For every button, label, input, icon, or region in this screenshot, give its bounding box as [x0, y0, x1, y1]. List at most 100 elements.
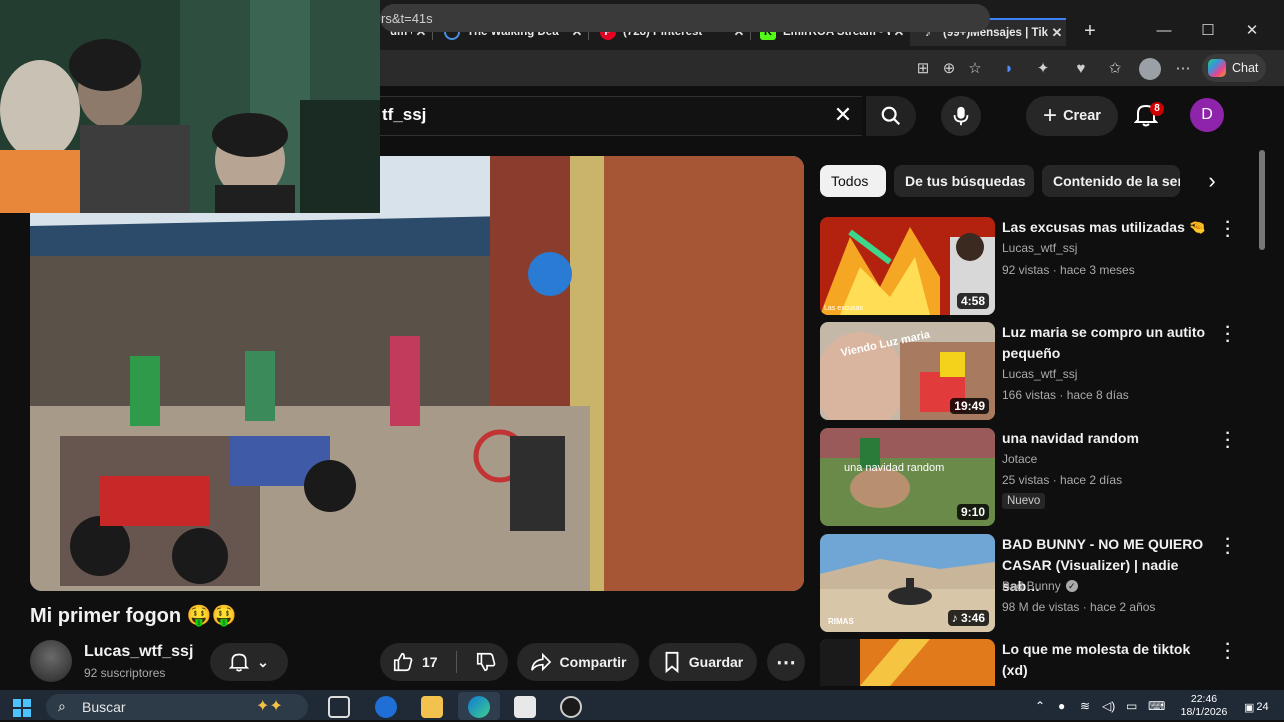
video-thumbnail[interactable]: RIMAS ♪ 3:46 [820, 534, 995, 632]
chat-bubble-icon: ▣ [1244, 701, 1255, 714]
vertical-dots-menu-icon[interactable]: · · · [1222, 320, 1234, 350]
clear-search-icon[interactable]: ✕ [830, 102, 856, 128]
music-note-icon: ♪ [951, 611, 961, 625]
windows-start-icon[interactable] [13, 699, 31, 717]
maximize-button[interactable]: ☐ [1186, 18, 1230, 44]
like-dislike-group: 17 [380, 643, 508, 681]
search-icon [881, 106, 901, 126]
video-thumbnail[interactable]: Viendo Luz maria 19:49 [820, 322, 995, 420]
recommendation-item[interactable]: Viendo Luz maria 19:49 Luz maria se comp… [820, 320, 1240, 420]
voice-search-button[interactable] [941, 96, 981, 136]
microphone-icon[interactable]: ● [1058, 699, 1065, 713]
more-actions-button[interactable]: ⋯ [767, 643, 805, 681]
scrollbar-thumb[interactable] [1259, 150, 1265, 250]
search-button[interactable] [866, 96, 916, 136]
plus-icon: + [1043, 102, 1058, 129]
video-thumbnail[interactable]: una navidad random 9:10 [820, 428, 995, 526]
vertical-dots-menu-icon[interactable]: · · · [1222, 532, 1234, 562]
copilot-icon [1208, 59, 1226, 77]
verified-check-icon: ✓ [1065, 580, 1078, 592]
chip-series-content[interactable]: Contenido de la ser [1042, 165, 1180, 197]
subscription-bell-button[interactable]: ⌄ [210, 643, 288, 681]
task-view-icon[interactable] [328, 696, 350, 718]
vertical-dots-menu-icon[interactable]: · · · [1222, 215, 1234, 245]
chevron-down-icon: ⌄ [257, 653, 269, 670]
favorites-icon[interactable]: ✩ [1104, 58, 1126, 80]
recommendation-channel[interactable]: Bad Bunny ✓ [1002, 579, 1078, 593]
vertical-dots-menu-icon[interactable]: · · · [1222, 426, 1234, 456]
microsoft-store-icon[interactable] [514, 696, 536, 718]
recommendation-item[interactable]: una navidad random 9:10 una navidad rand… [820, 426, 1240, 526]
browser-essentials-icon[interactable]: ♥ [1070, 58, 1092, 80]
zoom-icon[interactable]: ⊕ [938, 58, 960, 80]
profile-avatar[interactable] [1139, 58, 1161, 80]
webcam-overlay [0, 0, 380, 213]
recommendation-item[interactable]: Las excusas 4:58 Las excusas mas utiliza… [820, 215, 1240, 315]
search-icon: ⌕ [58, 698, 66, 714]
copilot-chat-button[interactable]: Chat [1202, 54, 1266, 82]
address-url: rs&t=41s [381, 11, 433, 26]
new-badge: Nuevo [1002, 493, 1046, 509]
share-arrow-icon [530, 652, 551, 672]
chip-from-searches[interactable]: De tus búsquedas [894, 165, 1034, 197]
recommendation-item[interactable]: Lo que me molesta de tiktok (xd) · · · [820, 639, 1240, 686]
new-tab-button[interactable]: + [1078, 18, 1102, 44]
keyboard-icon[interactable]: ⌨ [1148, 699, 1165, 713]
recommendation-channel[interactable]: Lucas_wtf_ssj [1002, 367, 1077, 381]
chevron-up-icon[interactable]: ⌃ [1035, 699, 1045, 713]
dislike-button[interactable] [475, 651, 497, 673]
share-button[interactable]: Compartir [517, 643, 639, 681]
battery-icon[interactable]: ▭ [1126, 699, 1137, 713]
recommendation-meta: 92 vistas · hace 3 meses [1002, 263, 1135, 277]
recommendation-item[interactable]: RIMAS ♪ 3:46 BAD BUNNY - NO ME QUIERO CA… [820, 532, 1240, 632]
channel-avatar[interactable] [30, 640, 72, 682]
volume-icon[interactable]: ◁) [1102, 699, 1115, 713]
system-clock[interactable]: 22:46 18/1/2026 [1176, 693, 1232, 719]
edge-browser-icon[interactable] [468, 696, 490, 718]
minimize-button[interactable]: — [1142, 18, 1186, 44]
video-thumbnail[interactable] [820, 639, 995, 686]
favorite-star-icon[interactable]: ☆ [964, 58, 986, 80]
recommendation-title[interactable]: Luz maria se compro un autito pequeño [1002, 322, 1212, 364]
like-divider [455, 651, 457, 673]
file-explorer-icon[interactable] [421, 696, 443, 718]
video-thumbnail[interactable]: Las excusas 4:58 [820, 217, 995, 315]
recommendation-title[interactable]: una navidad random [1002, 428, 1212, 449]
recorder-app-icon[interactable] [560, 696, 582, 718]
notification-center-button[interactable]: ▣ 24 [1244, 697, 1278, 717]
like-button[interactable]: 17 [392, 651, 438, 673]
recommendation-meta: 166 vistas · hace 8 días [1002, 388, 1129, 402]
close-window-button[interactable]: ✕ [1230, 18, 1274, 44]
search-input[interactable] [380, 96, 862, 136]
video-player[interactable] [30, 156, 804, 591]
app-available-icon[interactable]: ⊞ [912, 58, 934, 80]
recommendation-channel[interactable]: Jotace [1002, 452, 1037, 466]
account-avatar[interactable]: D [1190, 98, 1224, 132]
video-title: Mi primer fogon 🤑🤑 [30, 605, 237, 627]
webcam-feed-image [0, 0, 380, 213]
recommendation-channel[interactable]: Lucas_wtf_ssj [1002, 241, 1077, 255]
search-query: tf_ssj [382, 105, 427, 124]
recommendation-title[interactable]: Lo que me molesta de tiktok (xd) [1002, 639, 1212, 681]
recommendation-title[interactable]: Las excusas mas utilizadas 🤏 [1002, 217, 1212, 238]
bell-icon [229, 653, 250, 672]
chips-next-arrow-icon[interactable]: › [1196, 165, 1228, 197]
microphone-icon [953, 106, 969, 126]
recommendation-meta: 25 vistas · hace 2 días [1002, 473, 1123, 487]
save-button[interactable]: Guardar [649, 643, 757, 681]
extensions-icon[interactable]: ✦ [1032, 58, 1054, 80]
notification-count-badge: 8 [1150, 102, 1164, 116]
address-bar[interactable] [380, 4, 990, 32]
subscriber-count: 92 suscriptores [84, 666, 166, 680]
chip-all[interactable]: Todos [820, 165, 886, 197]
create-button[interactable]: + Crear [1026, 96, 1118, 136]
mail-app-icon[interactable] [375, 696, 397, 718]
channel-name[interactable]: Lucas_wtf_ssj [84, 643, 193, 661]
wifi-icon[interactable]: ≋ [1080, 699, 1090, 713]
close-tab-icon[interactable]: ✕ [1048, 25, 1066, 41]
read-aloud-icon[interactable]: ◗ [998, 58, 1020, 80]
vertical-dots-menu-icon[interactable]: · · · [1222, 639, 1234, 667]
taskbar-search-box[interactable]: ⌕ Buscar ✦✦ [46, 694, 308, 720]
more-options-icon[interactable]: ⋯ [1172, 58, 1194, 80]
recommendation-meta: 98 M de vistas · hace 2 años [1002, 600, 1156, 614]
